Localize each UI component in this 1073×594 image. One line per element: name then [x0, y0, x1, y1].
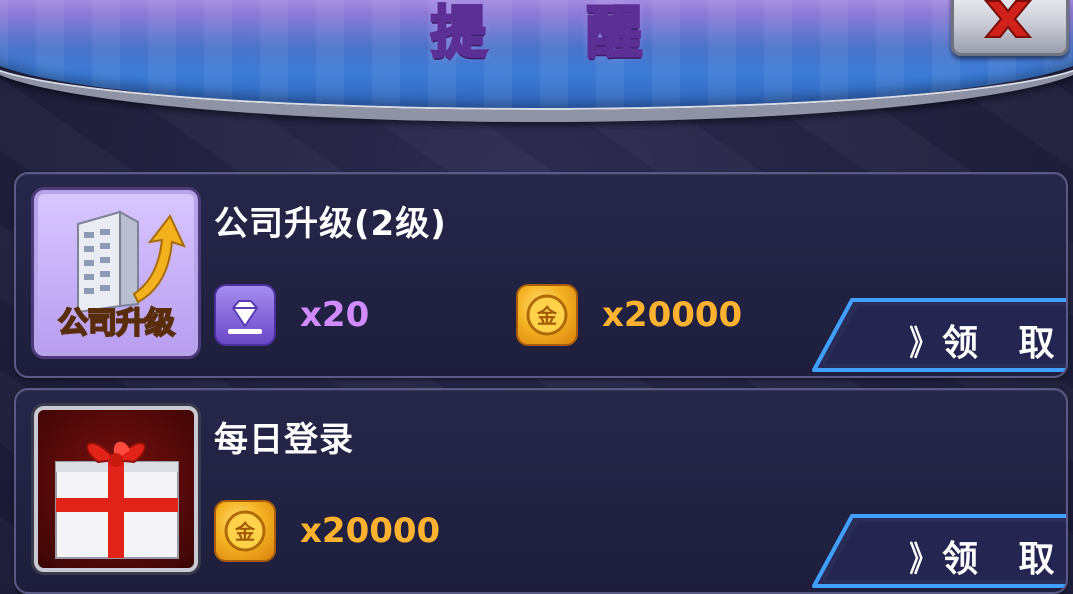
reward-card-daily-login: 每日登录 金 x20000 》 领 取	[14, 388, 1068, 594]
reward-card-company-upgrade: 公司升级 公司升级(2级) x20 金 x20000 》 领 取	[14, 172, 1068, 378]
reward-amount: x20000	[602, 295, 743, 335]
svg-text:金: 金	[234, 520, 256, 544]
daily-login-thumbnail	[34, 406, 198, 572]
dialog-title: 提 醒	[429, 0, 683, 67]
close-button[interactable]	[951, 0, 1069, 56]
reward-title: 公司升级(2级)	[214, 204, 447, 244]
reward-item-diamond: x20	[214, 284, 369, 346]
reward-item-gold: 金 x20000	[214, 500, 440, 562]
reward-amount: x20000	[300, 511, 441, 551]
gold-coin-icon: 金	[214, 500, 276, 562]
company-upgrade-thumbnail: 公司升级	[34, 190, 198, 356]
claim-button[interactable]: 》 领 取	[810, 298, 1068, 372]
reward-title: 每日登录	[214, 420, 354, 460]
svg-text:金: 金	[536, 304, 558, 328]
claim-label: 领 取	[942, 323, 1068, 364]
claim-button[interactable]: 》 领 取	[810, 514, 1068, 588]
reward-item-gold: 金 x20000	[516, 284, 742, 346]
diamond-icon	[214, 284, 276, 346]
chevron-right-icon: 》	[909, 324, 937, 364]
close-icon	[983, 0, 1033, 38]
claim-label: 领 取	[942, 539, 1068, 580]
chevron-right-icon: 》	[909, 540, 937, 580]
thumbnail-caption: 公司升级	[57, 305, 176, 342]
gold-coin-icon: 金	[516, 284, 578, 346]
gift-box-icon	[55, 441, 179, 559]
reward-amount: x20	[300, 295, 370, 335]
